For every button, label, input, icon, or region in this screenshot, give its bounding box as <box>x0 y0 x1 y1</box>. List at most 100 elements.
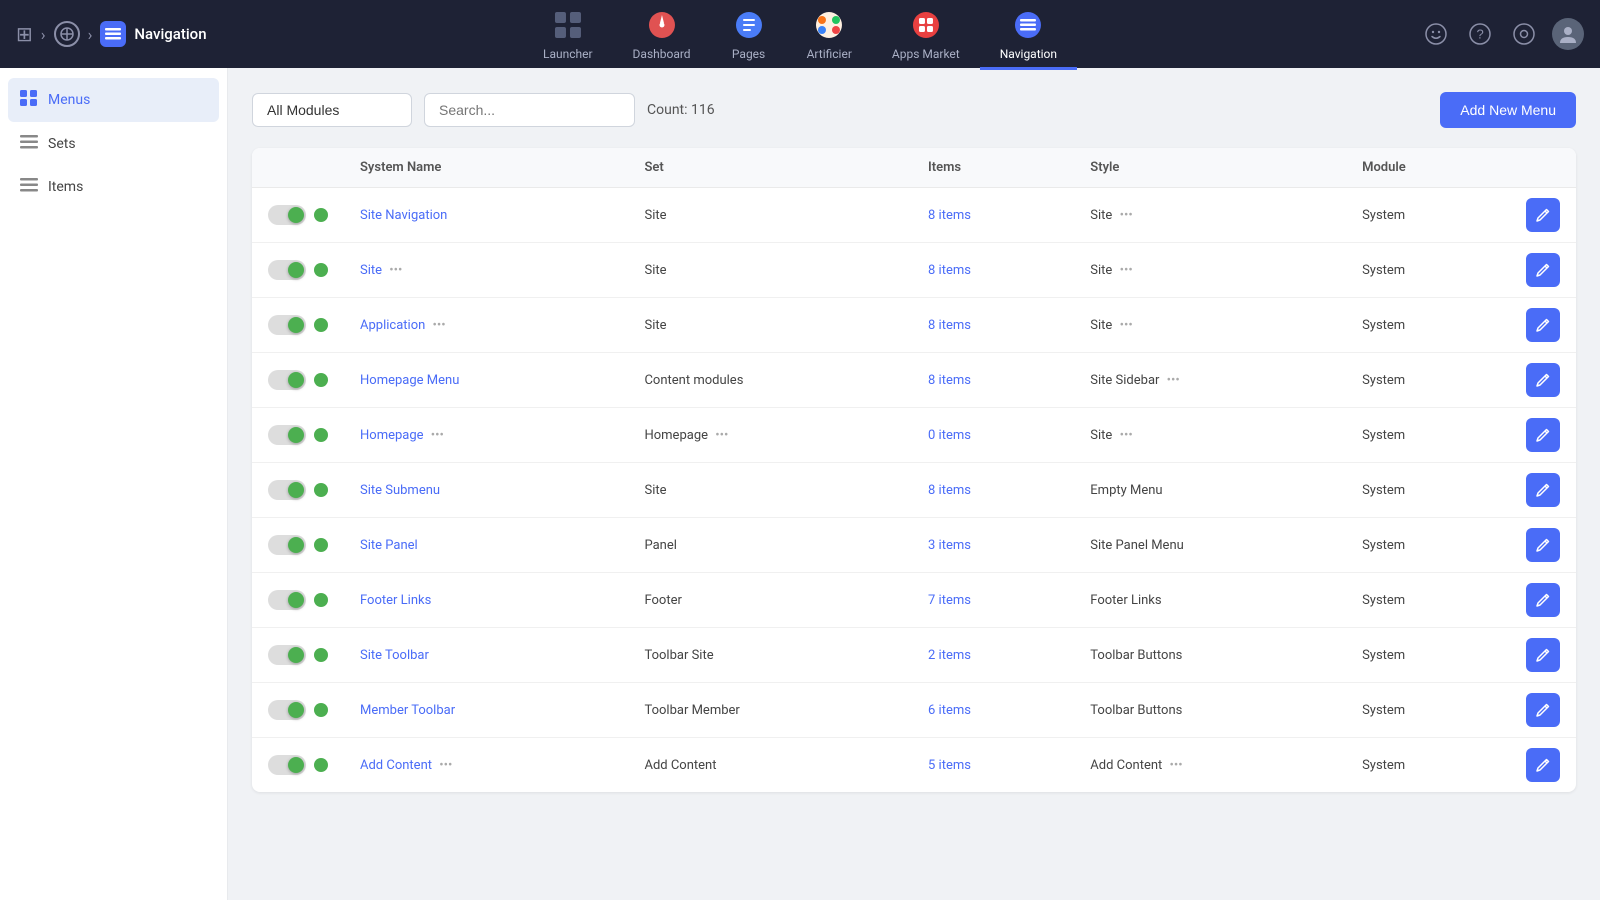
items-link-4[interactable]: 8 items <box>928 373 971 388</box>
edit-button-6[interactable] <box>1526 473 1560 507</box>
status-dot-7 <box>314 538 328 552</box>
edit-button-2[interactable] <box>1526 253 1560 287</box>
edit-button-9[interactable] <box>1526 638 1560 672</box>
edit-button-10[interactable] <box>1526 693 1560 727</box>
toggle-4[interactable] <box>268 370 306 390</box>
more-options-icon[interactable]: ••• <box>1120 318 1133 333</box>
items-label: Items <box>48 179 83 195</box>
table-row: Footer Links Footer 7 items Footer Links… <box>252 573 1576 628</box>
nav-item-navigation[interactable]: Navigation <box>980 0 1077 70</box>
system-name-link-9[interactable]: Site Toolbar <box>360 648 429 663</box>
toggle-7[interactable] <box>268 535 306 555</box>
more-options-icon[interactable]: ••• <box>715 428 728 443</box>
edit-button-8[interactable] <box>1526 583 1560 617</box>
menus-label: Menus <box>48 92 90 108</box>
system-name-link-2[interactable]: Site <box>360 263 382 278</box>
sidebar-item-items[interactable]: Items <box>0 165 227 208</box>
toggle-3[interactable] <box>268 315 306 335</box>
emoji-icon[interactable] <box>1420 18 1452 50</box>
items-link-6[interactable]: 8 items <box>928 483 971 498</box>
search-input[interactable] <box>424 93 635 127</box>
system-name-link-3[interactable]: Application <box>360 318 425 333</box>
set-cell-2: Site <box>628 243 912 298</box>
set-cell-9: Toolbar Site <box>628 628 912 683</box>
more-options-icon[interactable]: ••• <box>439 758 452 773</box>
apps-market-label: Apps Market <box>892 47 960 61</box>
items-link-10[interactable]: 6 items <box>928 703 971 718</box>
system-name-link-5[interactable]: Homepage <box>360 428 424 443</box>
nav-item-pages[interactable]: Pages <box>711 0 787 70</box>
items-link-11[interactable]: 5 items <box>928 758 971 773</box>
edit-button-5[interactable] <box>1526 418 1560 452</box>
items-cell-4: 8 items <box>912 353 1074 408</box>
items-link-1[interactable]: 8 items <box>928 208 971 223</box>
edit-button-4[interactable] <box>1526 363 1560 397</box>
settings-icon[interactable] <box>1508 18 1540 50</box>
set-cell-7: Panel <box>628 518 912 573</box>
toggle-cell-2 <box>252 243 344 298</box>
add-new-menu-button[interactable]: Add New Menu <box>1440 92 1576 128</box>
toggle-cell-10 <box>252 683 344 738</box>
toggle-cell-5 <box>252 408 344 463</box>
breadcrumb-circle-icon[interactable] <box>54 21 80 47</box>
style-cell-3: Site ••• <box>1074 298 1346 353</box>
set-cell-5: Homepage ••• <box>628 408 912 463</box>
user-avatar[interactable] <box>1552 18 1584 50</box>
nav-item-apps-market[interactable]: Apps Market <box>872 0 980 70</box>
more-options-icon[interactable]: ••• <box>431 428 444 443</box>
toggle-5[interactable] <box>268 425 306 445</box>
nav-item-launcher[interactable]: Launcher <box>523 0 613 70</box>
more-options-icon[interactable]: ••• <box>1167 373 1180 388</box>
sets-icon <box>20 134 38 153</box>
more-options-icon[interactable]: ••• <box>389 263 402 278</box>
system-name-link-6[interactable]: Site Submenu <box>360 483 440 498</box>
pages-icon <box>731 7 767 43</box>
sidebar: Menus Sets Items <box>0 68 228 900</box>
items-link-9[interactable]: 2 items <box>928 648 971 663</box>
col-toggle <box>252 148 344 188</box>
edit-button-7[interactable] <box>1526 528 1560 562</box>
more-options-icon[interactable]: ••• <box>1170 758 1183 773</box>
sets-label: Sets <box>48 136 76 152</box>
toggle-1[interactable] <box>268 205 306 225</box>
style-cell-8: Footer Links <box>1074 573 1346 628</box>
items-cell-10: 6 items <box>912 683 1074 738</box>
breadcrumb-sep-1: › <box>41 25 46 44</box>
nav-item-dashboard[interactable]: Dashboard <box>613 0 711 70</box>
edit-button-11[interactable] <box>1526 748 1560 782</box>
nav-item-artificier[interactable]: Artificier <box>787 0 872 70</box>
toggle-6[interactable] <box>268 480 306 500</box>
edit-button-3[interactable] <box>1526 308 1560 342</box>
more-options-icon[interactable]: ••• <box>1120 263 1133 278</box>
help-icon[interactable]: ? <box>1464 18 1496 50</box>
system-name-link-10[interactable]: Member Toolbar <box>360 703 455 718</box>
system-name-link-8[interactable]: Footer Links <box>360 593 431 608</box>
edit-button-1[interactable] <box>1526 198 1560 232</box>
items-link-7[interactable]: 3 items <box>928 538 971 553</box>
items-link-5[interactable]: 0 items <box>928 428 971 443</box>
sidebar-item-sets[interactable]: Sets <box>0 122 227 165</box>
module-filter-select[interactable]: All Modules <box>252 93 412 127</box>
toggle-2[interactable] <box>268 260 306 280</box>
items-cell-1: 8 items <box>912 188 1074 243</box>
more-options-icon[interactable]: ••• <box>433 318 446 333</box>
system-name-link-1[interactable]: Site Navigation <box>360 208 447 223</box>
items-link-3[interactable]: 8 items <box>928 318 971 333</box>
more-options-icon[interactable]: ••• <box>1120 428 1133 443</box>
system-name-link-4[interactable]: Homepage Menu <box>360 373 459 388</box>
items-link-2[interactable]: 8 items <box>928 263 971 278</box>
toggle-9[interactable] <box>268 645 306 665</box>
table-header-row: System Name Set Items Style Module <box>252 148 1576 188</box>
system-name-link-7[interactable]: Site Panel <box>360 538 418 553</box>
system-name-link-11[interactable]: Add Content <box>360 758 432 773</box>
toggle-11[interactable] <box>268 755 306 775</box>
set-cell-6: Site <box>628 463 912 518</box>
status-dot-1 <box>314 208 328 222</box>
items-link-8[interactable]: 7 items <box>928 593 971 608</box>
more-options-icon[interactable]: ••• <box>1120 208 1133 223</box>
toggle-10[interactable] <box>268 700 306 720</box>
toggle-8[interactable] <box>268 590 306 610</box>
sidebar-item-menus[interactable]: Menus <box>8 78 219 122</box>
apps-grid-icon[interactable]: ⊞ <box>16 22 33 46</box>
col-set: Set <box>628 148 912 188</box>
